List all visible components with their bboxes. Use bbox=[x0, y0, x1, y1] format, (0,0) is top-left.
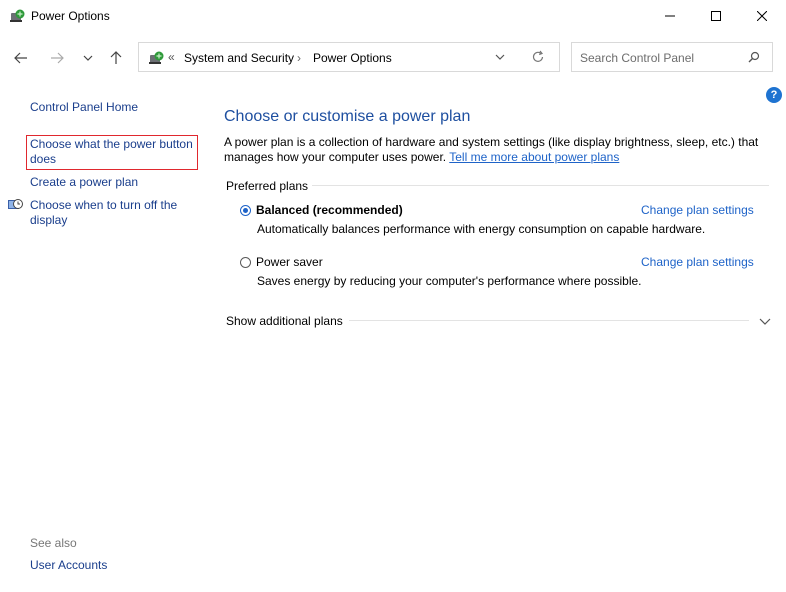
window-title: Power Options bbox=[31, 9, 110, 23]
search-box[interactable]: Search Control Panel bbox=[571, 42, 773, 72]
power-saver-plan-label[interactable]: Power saver bbox=[256, 255, 323, 269]
learn-more-link[interactable]: Tell me more about power plans bbox=[449, 150, 619, 164]
page-title: Choose or customise a power plan bbox=[224, 108, 471, 125]
title-bar: Power Options bbox=[0, 0, 786, 32]
power-saver-change-settings-link[interactable]: Change plan settings bbox=[641, 255, 754, 269]
intro-text: A power plan is a collection of hardware… bbox=[224, 135, 769, 165]
preferred-plans-label: Preferred plans bbox=[226, 179, 309, 193]
close-button[interactable] bbox=[739, 0, 785, 32]
forward-arrow-icon bbox=[51, 52, 64, 64]
expand-chevron-icon[interactable] bbox=[759, 315, 771, 329]
sidebar-item-create-power-plan[interactable]: Create a power plan bbox=[30, 175, 138, 190]
balanced-change-settings-link[interactable]: Change plan settings bbox=[641, 203, 754, 217]
recent-locations-button[interactable] bbox=[78, 48, 98, 68]
balanced-plan-description: Automatically balances performance with … bbox=[257, 222, 706, 236]
show-additional-plans[interactable]: Show additional plans bbox=[226, 314, 343, 328]
sidebar-item-turn-off-display[interactable]: Choose when to turn off the display bbox=[30, 198, 200, 228]
maximize-button[interactable] bbox=[693, 0, 739, 32]
breadcrumb-separator-icon[interactable]: › bbox=[297, 51, 301, 65]
back-arrow-icon bbox=[14, 52, 27, 64]
power-saver-plan-description: Saves energy by reducing your computer's… bbox=[257, 274, 642, 288]
balanced-plan-radio[interactable] bbox=[240, 205, 251, 216]
minimize-button[interactable] bbox=[647, 0, 693, 32]
refresh-icon bbox=[532, 50, 544, 62]
additional-divider bbox=[349, 320, 749, 321]
sidebar-item-user-accounts[interactable]: User Accounts bbox=[30, 558, 107, 573]
address-dropdown-button[interactable] bbox=[495, 51, 505, 66]
up-arrow-icon bbox=[110, 51, 122, 64]
close-icon bbox=[757, 11, 767, 21]
chevron-down-icon bbox=[83, 55, 93, 61]
balanced-plan-label[interactable]: Balanced (recommended) bbox=[256, 203, 403, 217]
up-button[interactable] bbox=[106, 48, 126, 68]
address-overflow[interactable]: « bbox=[168, 50, 175, 64]
control-panel-icon bbox=[148, 50, 164, 66]
search-icon[interactable] bbox=[748, 51, 760, 66]
power-saver-plan-radio[interactable] bbox=[240, 257, 251, 268]
group-divider bbox=[312, 185, 769, 186]
back-button[interactable] bbox=[11, 48, 31, 68]
help-button[interactable]: ? bbox=[766, 87, 782, 103]
breadcrumb-system-and-security[interactable]: System and Security bbox=[184, 51, 294, 65]
see-also-heading: See also bbox=[30, 536, 77, 550]
breadcrumb-power-options[interactable]: Power Options bbox=[313, 51, 392, 65]
maximize-icon bbox=[711, 11, 721, 21]
search-input[interactable]: Search Control Panel bbox=[580, 51, 694, 65]
minimize-icon bbox=[665, 15, 675, 17]
sidebar-item-power-button[interactable]: Choose what the power button does bbox=[30, 137, 196, 167]
chevron-down-icon bbox=[495, 54, 505, 60]
address-bar[interactable]: « System and Security › Power Options bbox=[138, 42, 560, 72]
power-options-icon bbox=[9, 8, 25, 24]
display-timer-icon bbox=[7, 197, 23, 213]
forward-button[interactable] bbox=[47, 48, 67, 68]
refresh-button[interactable] bbox=[531, 50, 545, 67]
sidebar-item-control-panel-home[interactable]: Control Panel Home bbox=[30, 100, 138, 115]
